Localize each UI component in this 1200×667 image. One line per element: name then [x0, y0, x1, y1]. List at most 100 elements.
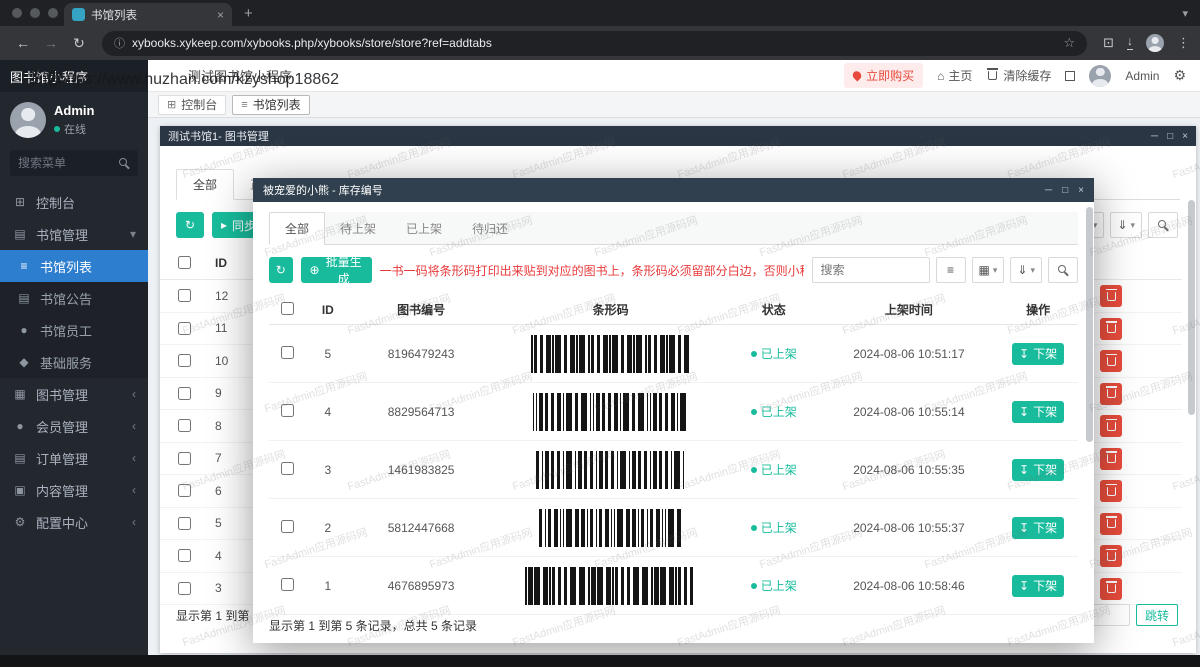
delete-button[interactable] [1100, 545, 1122, 567]
row-checkbox[interactable] [178, 289, 191, 302]
row-checkbox[interactable] [178, 517, 191, 530]
delete-button[interactable] [1100, 578, 1122, 600]
search-toggle-button[interactable] [1048, 257, 1078, 283]
downloads-icon[interactable]: ↓ [1127, 36, 1133, 50]
modal-scrollbar[interactable] [1086, 205, 1093, 639]
refresh-button[interactable]: ↻ [176, 212, 204, 238]
sidebar-search[interactable] [10, 150, 138, 176]
tab-all[interactable]: 全部 [269, 212, 325, 245]
row-checkbox[interactable] [178, 419, 191, 432]
export-button[interactable]: ⇓▾ [1010, 257, 1042, 283]
buy-now-button[interactable]: 立即购买 [844, 63, 923, 88]
row-checkbox[interactable] [178, 354, 191, 367]
clear-cache-link[interactable]: 清除缓存 [986, 67, 1051, 84]
sidebar-item-book-mgmt[interactable]: ▦图书管理‹ [0, 378, 148, 410]
delete-button[interactable] [1100, 513, 1122, 535]
row-checkbox[interactable] [178, 582, 191, 595]
row-checkbox[interactable] [178, 322, 191, 335]
extensions-icon[interactable]: ⊡ [1103, 35, 1114, 51]
close-window-button[interactable] [12, 8, 22, 18]
delete-button[interactable] [1100, 448, 1122, 470]
minimize-icon[interactable]: ─ [1151, 131, 1158, 142]
sidebar-item-content-mgmt[interactable]: ▣内容管理‹ [0, 474, 148, 506]
forward-button[interactable]: → [38, 35, 64, 51]
modal-close-icon[interactable]: × [1078, 185, 1084, 196]
export-button[interactable]: ⇓▾ [1110, 212, 1142, 238]
page-input[interactable] [1092, 604, 1130, 626]
sidebar-item-member-mgmt[interactable]: ●会员管理‹ [0, 410, 148, 442]
modal-minimize-icon[interactable]: ─ [1045, 185, 1052, 196]
browser-menu-icon[interactable]: ⋮ [1177, 35, 1190, 51]
sidebar-item-basic-service[interactable]: ◆基础服务 [0, 346, 148, 378]
take-down-button[interactable]: ↧下架 [1012, 343, 1064, 365]
sidebar-item-config-center[interactable]: ⚙配置中心‹ [0, 506, 148, 538]
tab-pending-shelf[interactable]: 待上架 [325, 213, 391, 244]
app-logo[interactable]: 图书馆小程序 [0, 60, 148, 92]
tab-library-list[interactable]: ≡书馆列表 [232, 95, 309, 115]
reload-button[interactable]: ↻ [66, 35, 92, 52]
close-icon[interactable]: × [1182, 131, 1188, 142]
minimize-window-button[interactable] [30, 8, 40, 18]
row-checkbox[interactable] [178, 549, 191, 562]
take-down-button[interactable]: ↧下架 [1012, 517, 1064, 539]
view-toggle-button[interactable]: ≡ [936, 257, 966, 283]
site-info-icon[interactable]: ⓘ [114, 35, 125, 51]
row-checkbox[interactable] [281, 462, 294, 475]
tab-close-icon[interactable]: × [217, 8, 224, 22]
delete-button[interactable] [1100, 350, 1122, 372]
row-checkbox[interactable] [281, 404, 294, 417]
modal-titlebar[interactable]: 被宠爱的小熊 - 库存编号 ─ □ × [253, 178, 1094, 202]
delete-button[interactable] [1100, 415, 1122, 437]
gear-icon[interactable]: ⚙ [1173, 67, 1186, 84]
address-bar[interactable]: ⓘ xybooks.xykeep.com/xybooks.php/xybooks… [102, 31, 1087, 56]
row-checkbox[interactable] [281, 578, 294, 591]
scrollbar-thumb[interactable] [1188, 200, 1195, 415]
new-tab-button[interactable]: + [244, 5, 253, 22]
menu-search-input[interactable] [18, 156, 113, 170]
delete-button[interactable] [1100, 480, 1122, 502]
header-username[interactable]: Admin [1125, 69, 1159, 83]
row-checkbox[interactable] [178, 387, 191, 400]
browser-tab[interactable]: 书馆列表 × [64, 3, 232, 26]
search-toggle-button[interactable] [1148, 212, 1178, 238]
take-down-button[interactable]: ↧下架 [1012, 459, 1064, 481]
sidebar-item-order-mgmt[interactable]: ▤订单管理‹ [0, 442, 148, 474]
window-scrollbar[interactable] [1188, 150, 1195, 649]
home-link[interactable]: ⌂主页 [937, 67, 972, 84]
tab-list-chevron-icon[interactable]: ▾ [1182, 7, 1188, 20]
maximize-icon[interactable]: □ [1167, 131, 1173, 142]
refresh-button[interactable]: ↻ [269, 257, 293, 283]
take-down-button[interactable]: ↧下架 [1012, 575, 1064, 597]
zoom-window-button[interactable] [48, 8, 58, 18]
tab-dashboard[interactable]: ⊞控制台 [158, 95, 226, 115]
jump-button[interactable]: 跳转 [1136, 604, 1178, 626]
site-name[interactable]: 测试图书馆小程序 [188, 66, 292, 85]
columns-button[interactable]: ▦▾ [972, 257, 1005, 283]
delete-button[interactable] [1100, 285, 1122, 307]
batch-generate-button[interactable]: ⊕批量生成 [301, 257, 372, 283]
select-all-checkbox[interactable] [281, 302, 294, 315]
row-checkbox[interactable] [178, 484, 191, 497]
search-input[interactable] [812, 257, 930, 283]
bookmark-star-icon[interactable]: ☆ [1063, 35, 1075, 51]
back-button[interactable]: ← [10, 35, 36, 51]
sidebar-item-library-list[interactable]: ≡书馆列表 [0, 250, 148, 282]
header-avatar[interactable] [1089, 65, 1111, 87]
sidebar-item-dashboard[interactable]: ⊞控制台 [0, 186, 148, 218]
take-down-button[interactable]: ↧下架 [1012, 401, 1064, 423]
row-checkbox[interactable] [281, 520, 294, 533]
scrollbar-thumb[interactable] [1086, 207, 1093, 442]
tab-on-shelf[interactable]: 已上架 [391, 213, 457, 244]
sidebar-item-library-staff[interactable]: ●书馆员工 [0, 314, 148, 346]
browser-profile-avatar[interactable] [1146, 34, 1164, 52]
tab-all[interactable]: 全部 [176, 169, 234, 200]
fullscreen-icon[interactable] [1065, 71, 1075, 81]
row-checkbox[interactable] [178, 452, 191, 465]
sidebar-item-library-notice[interactable]: ▤书馆公告 [0, 282, 148, 314]
window-titlebar[interactable]: 测试书馆1- 图书管理 ─ □ × [160, 126, 1196, 146]
delete-button[interactable] [1100, 383, 1122, 405]
sidebar-item-library-mgmt[interactable]: ▤书馆管理▾ [0, 218, 148, 250]
row-checkbox[interactable] [281, 346, 294, 359]
modal-maximize-icon[interactable]: □ [1062, 185, 1068, 196]
tab-to-return[interactable]: 待归还 [457, 213, 523, 244]
